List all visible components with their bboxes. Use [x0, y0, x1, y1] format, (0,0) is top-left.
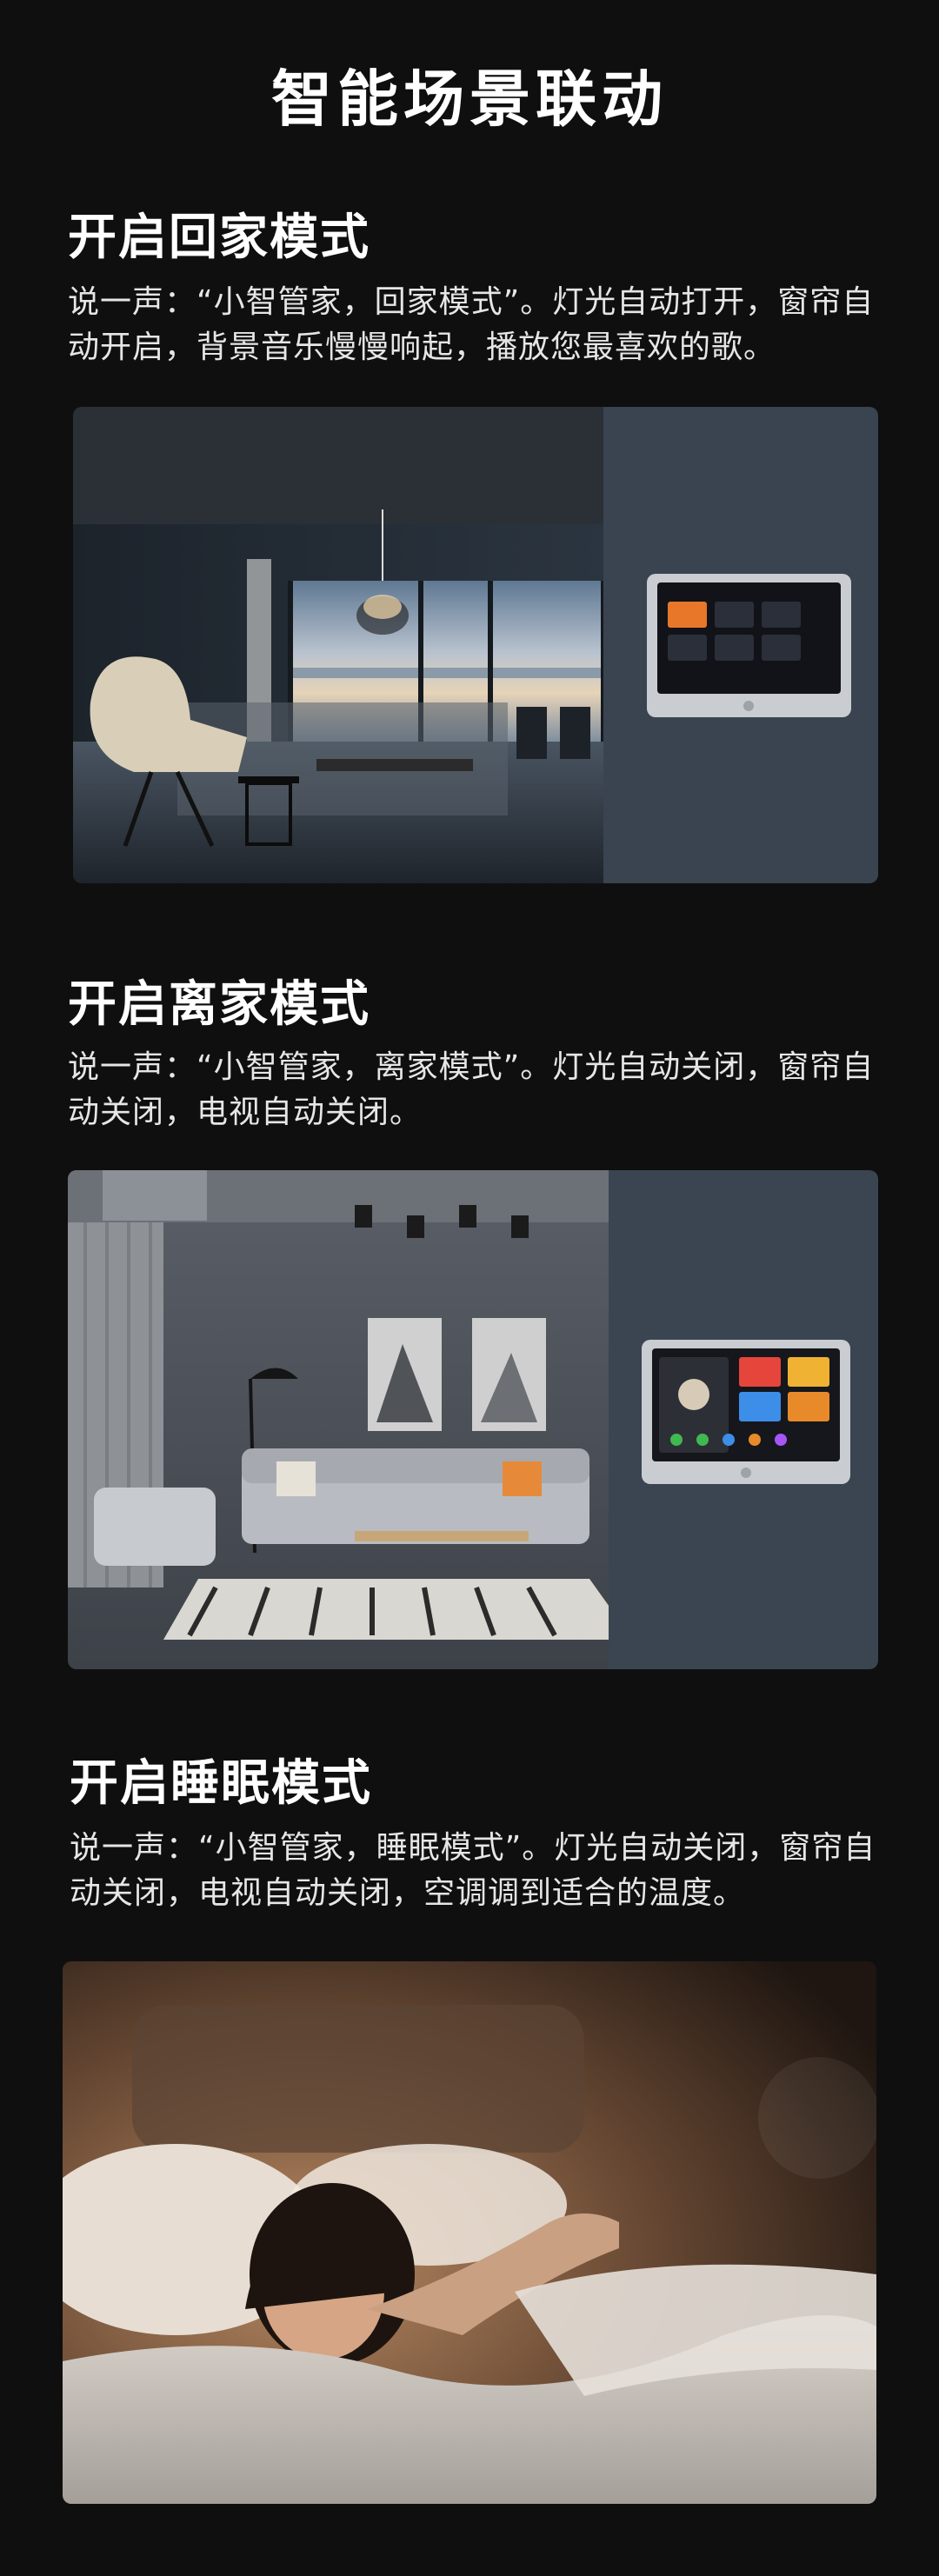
sleep-mode-heading: 开启睡眠模式: [70, 1755, 372, 1812]
sleep-mode-description: 说一声：“小智管家，睡眠模式”。灯光自动关闭，窗帘自动关闭，电视自动关闭，空调调…: [70, 1830, 876, 1911]
away-mode-scene-image: [68, 1170, 878, 1669]
home-mode-description: 说一声：“小智管家，回家模式”。灯光自动打开，窗帘自动开启，背景音乐慢慢响起，播…: [68, 284, 875, 365]
away-mode-heading: 开启离家模式: [68, 976, 370, 1033]
away-mode-description: 说一声：“小智管家，离家模式”。灯光自动关闭，窗帘自动关闭，电视自动关闭。: [68, 1049, 875, 1130]
sleep-mode-scene-image: [63, 1961, 876, 2504]
page-title: 智能场景联动: [271, 63, 668, 135]
home-mode-heading: 开启回家模式: [68, 210, 370, 266]
home-mode-scene-image: [73, 407, 878, 883]
